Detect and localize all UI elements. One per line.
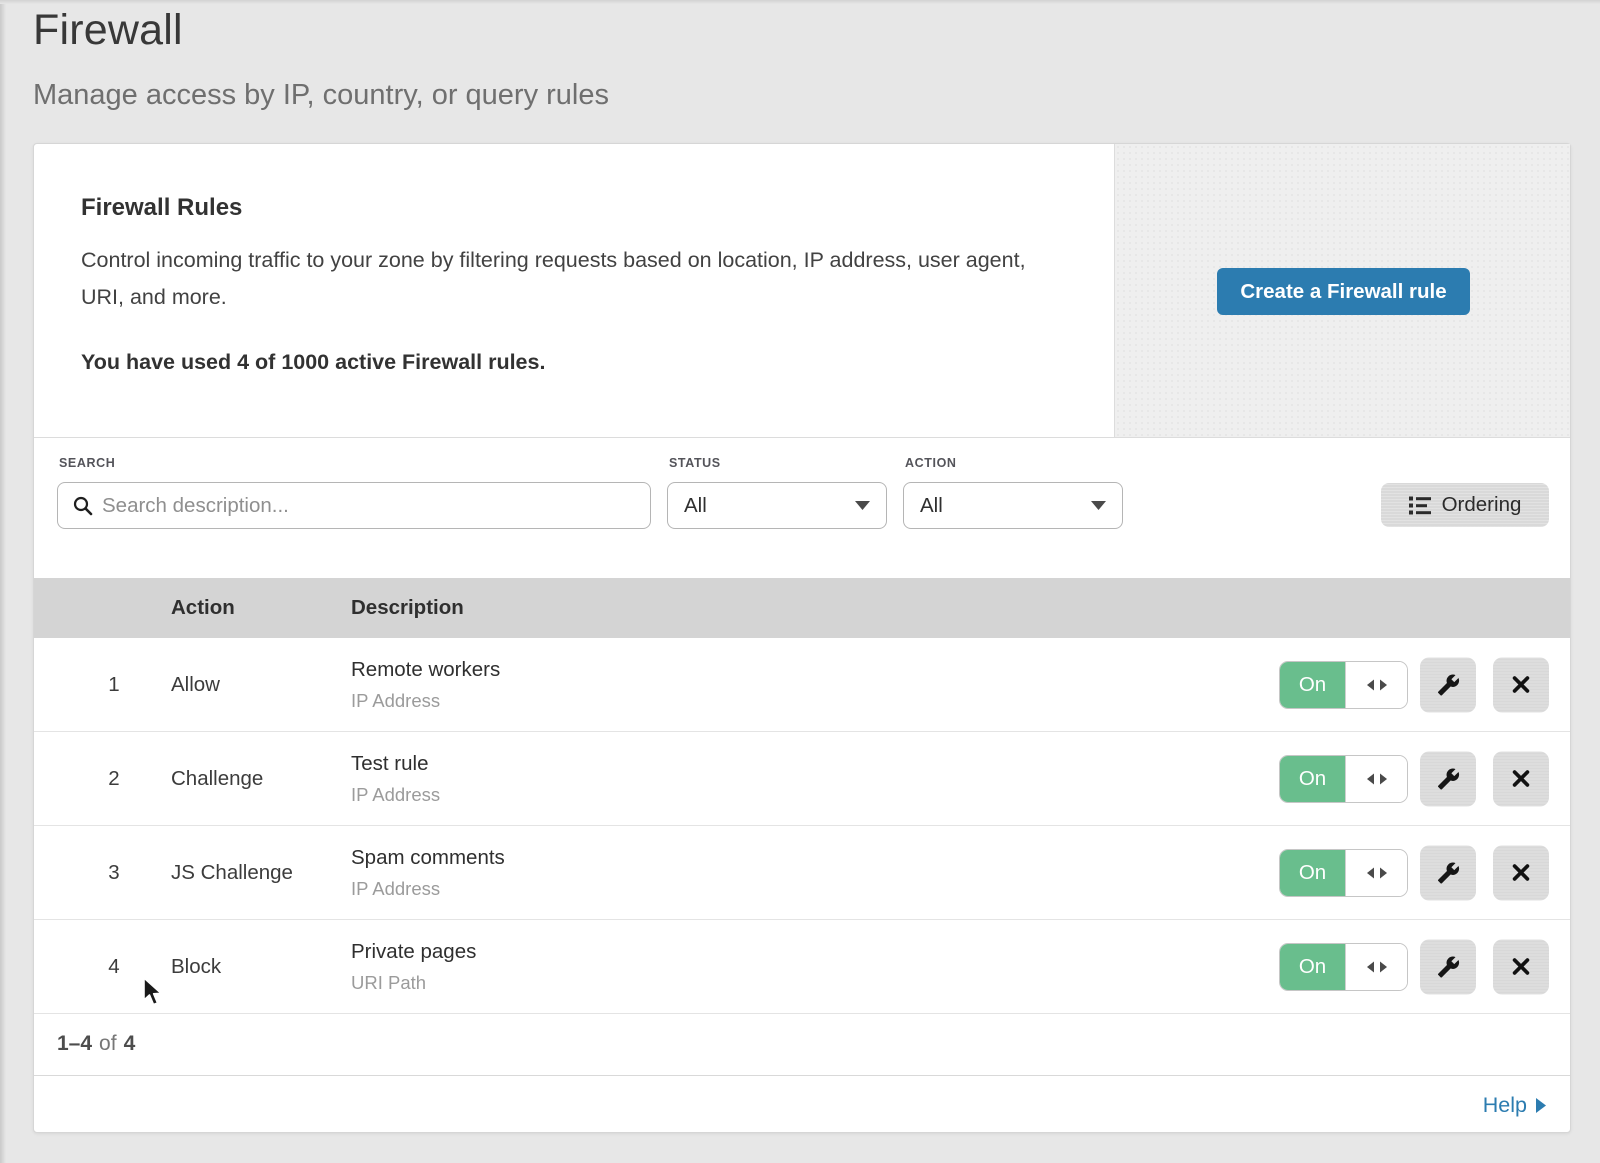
window-edge-top — [0, 0, 1600, 4]
delete-rule-button[interactable] — [1493, 845, 1549, 900]
rule-description-cell: Remote workers IP Address — [351, 658, 500, 712]
page-subtitle: Manage access by IP, country, or query r… — [33, 79, 609, 112]
rule-priority: 4 — [100, 955, 128, 979]
delete-rule-button[interactable] — [1493, 939, 1549, 994]
search-box[interactable] — [57, 482, 651, 529]
rule-match-type: URI Path — [351, 972, 476, 994]
wrench-icon — [1437, 955, 1460, 978]
toggle-on-label[interactable]: On — [1280, 944, 1345, 990]
create-rule-panel: Create a Firewall rule — [1114, 144, 1570, 437]
rules-heading: Firewall Rules — [81, 194, 242, 222]
rule-priority: 1 — [100, 673, 128, 697]
arrow-right-icon — [1536, 1098, 1546, 1113]
rule-action: Allow — [171, 673, 220, 697]
chevron-down-icon — [855, 501, 870, 511]
rule-enabled-toggle[interactable]: On — [1279, 661, 1408, 709]
toggle-arrows-icon[interactable] — [1345, 944, 1407, 990]
rules-table-body: 1 Allow Remote workers IP Address On — [34, 638, 1570, 1014]
rule-description-cell: Spam comments IP Address — [351, 846, 505, 900]
rule-description: Spam comments — [351, 846, 505, 870]
rule-priority: 2 — [100, 767, 128, 791]
edit-rule-button[interactable] — [1420, 939, 1476, 994]
wrench-icon — [1437, 861, 1460, 884]
search-label: SEARCH — [59, 456, 115, 470]
rules-usage-count: You have used 4 of 1000 active Firewall … — [81, 350, 545, 375]
rule-match-type: IP Address — [351, 878, 505, 900]
rule-priority: 3 — [100, 861, 128, 885]
toggle-on-label[interactable]: On — [1280, 850, 1345, 896]
delete-rule-button[interactable] — [1493, 751, 1549, 806]
rule-description-cell: Private pages URI Path — [351, 940, 476, 994]
edit-rule-button[interactable] — [1420, 751, 1476, 806]
page-header: Firewall Manage access by IP, country, o… — [33, 6, 609, 112]
rules-info-section: Firewall Rules Control incoming traffic … — [34, 144, 1570, 438]
toggle-on-label[interactable]: On — [1280, 662, 1345, 708]
toggle-arrows-icon[interactable] — [1345, 662, 1407, 708]
column-header-description: Description — [351, 596, 464, 620]
toggle-arrows-icon[interactable] — [1345, 850, 1407, 896]
rule-enabled-toggle[interactable]: On — [1279, 943, 1408, 991]
ordering-button-label: Ordering — [1442, 493, 1522, 517]
delete-rule-button[interactable] — [1493, 657, 1549, 712]
chevron-down-icon — [1091, 501, 1106, 511]
rule-description: Private pages — [351, 940, 476, 964]
rule-action: JS Challenge — [171, 861, 293, 885]
close-icon — [1510, 674, 1532, 696]
rule-description-cell: Test rule IP Address — [351, 752, 440, 806]
table-row: 1 Allow Remote workers IP Address On — [34, 638, 1570, 732]
ordering-button[interactable]: Ordering — [1381, 483, 1549, 527]
rule-action: Challenge — [171, 767, 263, 791]
create-firewall-rule-button[interactable]: Create a Firewall rule — [1217, 268, 1470, 315]
action-label: ACTION — [905, 456, 957, 470]
status-selected-value: All — [684, 494, 707, 518]
ordered-list-icon — [1409, 495, 1431, 515]
rule-enabled-toggle[interactable]: On — [1279, 755, 1408, 803]
close-icon — [1510, 956, 1532, 978]
window-edge-left — [0, 0, 6, 1163]
table-row: 3 JS Challenge Spam comments IP Address … — [34, 826, 1570, 920]
wrench-icon — [1437, 673, 1460, 696]
status-select[interactable]: All — [667, 482, 887, 529]
pagination-total: 4 — [124, 1032, 136, 1056]
toggle-arrows-icon[interactable] — [1345, 756, 1407, 802]
rule-description: Remote workers — [351, 658, 500, 682]
search-input[interactable] — [102, 494, 650, 518]
edit-rule-button[interactable] — [1420, 845, 1476, 900]
page-title: Firewall — [33, 6, 609, 55]
close-icon — [1510, 768, 1532, 790]
action-selected-value: All — [920, 494, 943, 518]
pagination-row: 1–4 of 4 — [34, 1013, 1570, 1076]
toggle-on-label[interactable]: On — [1280, 756, 1345, 802]
rule-enabled-toggle[interactable]: On — [1279, 849, 1408, 897]
column-header-action: Action — [171, 596, 235, 620]
rule-match-type: IP Address — [351, 690, 500, 712]
table-header-row: Action Description — [34, 578, 1570, 638]
action-select[interactable]: All — [903, 482, 1123, 529]
rules-description: Control incoming traffic to your zone by… — [81, 242, 1041, 316]
search-icon — [72, 495, 93, 516]
close-icon — [1510, 862, 1532, 884]
help-link[interactable]: Help — [1483, 1093, 1546, 1118]
wrench-icon — [1437, 767, 1460, 790]
help-link-label: Help — [1483, 1093, 1527, 1118]
pagination-range: 1–4 — [57, 1032, 92, 1056]
pagination-of-label: of — [99, 1032, 117, 1056]
rule-action: Block — [171, 955, 221, 979]
rule-match-type: IP Address — [351, 784, 440, 806]
status-label: STATUS — [669, 456, 721, 470]
help-row: Help — [34, 1076, 1570, 1134]
filter-bar: SEARCH STATUS All ACTION All — [34, 439, 1570, 578]
table-row: 2 Challenge Test rule IP Address On — [34, 732, 1570, 826]
rule-description: Test rule — [351, 752, 440, 776]
table-row: 4 Block Private pages URI Path On — [34, 920, 1570, 1014]
firewall-rules-card: Firewall Rules Control incoming traffic … — [33, 143, 1571, 1133]
edit-rule-button[interactable] — [1420, 657, 1476, 712]
